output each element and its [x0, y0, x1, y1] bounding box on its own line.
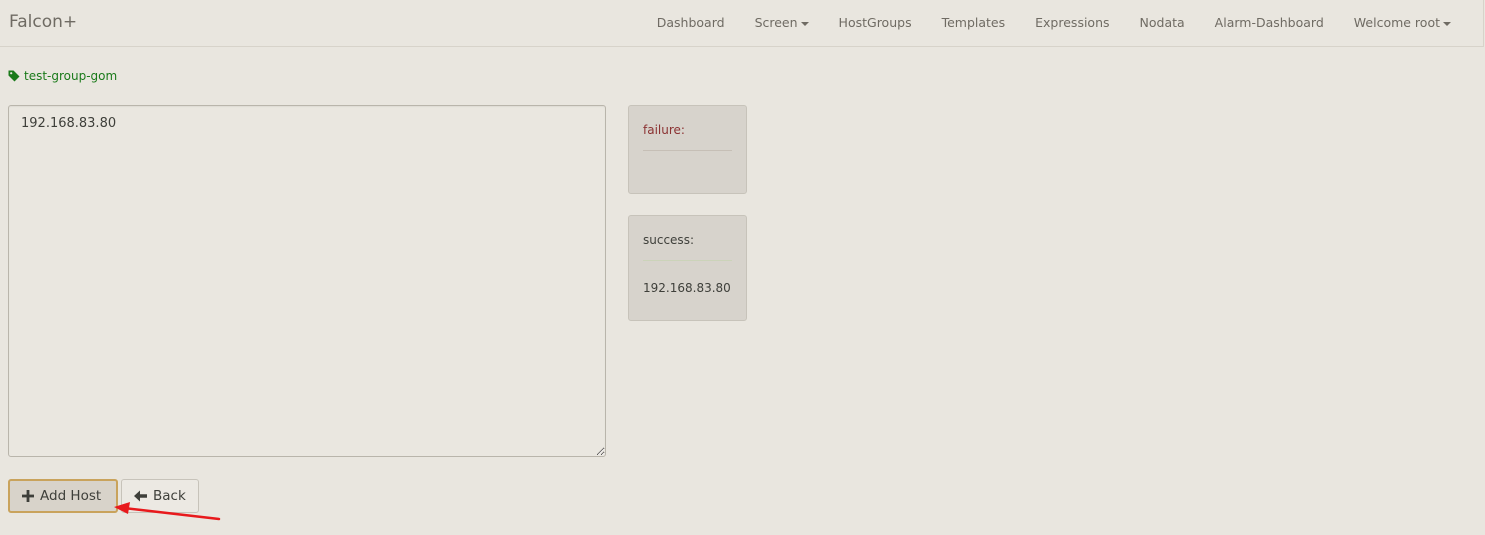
caret-down-icon	[800, 21, 809, 26]
add-host-button[interactable]: Add Host	[8, 479, 118, 513]
success-panel: success: 192.168.83.80	[628, 215, 747, 321]
failure-panel: failure:	[628, 105, 747, 194]
nav-item-label: Welcome root	[1353, 15, 1440, 30]
nav-item-label: HostGroups	[838, 15, 912, 30]
nav-item-alarm-dashboard[interactable]: Alarm-Dashboard	[1200, 0, 1339, 46]
divider	[643, 260, 732, 261]
group-name-text: test-group-gom	[24, 69, 118, 83]
nav-item-label: Alarm-Dashboard	[1214, 15, 1324, 30]
nav-item-label: Screen	[754, 15, 798, 30]
success-host-value: 192.168.83.80	[643, 281, 731, 295]
nav-item-expressions[interactable]: Expressions	[1020, 0, 1124, 46]
nav-item-label: Templates	[941, 15, 1006, 30]
top-navbar: Falcon+ Dashboard Screen HostGroups Temp…	[0, 0, 1484, 47]
nav-item-label: Dashboard	[656, 15, 725, 30]
nav-item-label: Nodata	[1139, 15, 1185, 30]
nav-item-nodata[interactable]: Nodata	[1125, 0, 1200, 46]
nav-item-label: Expressions	[1035, 15, 1110, 30]
add-host-label: Add Host	[40, 488, 102, 504]
group-name-label: test-group-gom	[8, 69, 117, 83]
brand-logo[interactable]: Falcon+	[9, 12, 77, 32]
success-label: success:	[643, 233, 694, 247]
arrow-left-icon	[134, 490, 147, 502]
failure-label: failure:	[643, 123, 685, 137]
hosts-textarea[interactable]: 192.168.83.80	[8, 105, 606, 457]
nav-item-screen[interactable]: Screen	[740, 0, 824, 46]
nav-menu: Dashboard Screen HostGroups Templates Ex…	[642, 0, 1483, 46]
nav-item-user-menu[interactable]: Welcome root	[1339, 0, 1466, 46]
nav-item-templates[interactable]: Templates	[927, 0, 1021, 46]
tag-icon	[8, 70, 20, 82]
nav-item-dashboard[interactable]: Dashboard	[642, 0, 740, 46]
back-button[interactable]: Back	[121, 479, 199, 513]
plus-icon	[22, 490, 34, 502]
caret-down-icon	[1443, 21, 1451, 26]
nav-item-hostgroups[interactable]: HostGroups	[824, 0, 927, 46]
divider	[643, 150, 732, 151]
back-label: Back	[153, 488, 186, 504]
